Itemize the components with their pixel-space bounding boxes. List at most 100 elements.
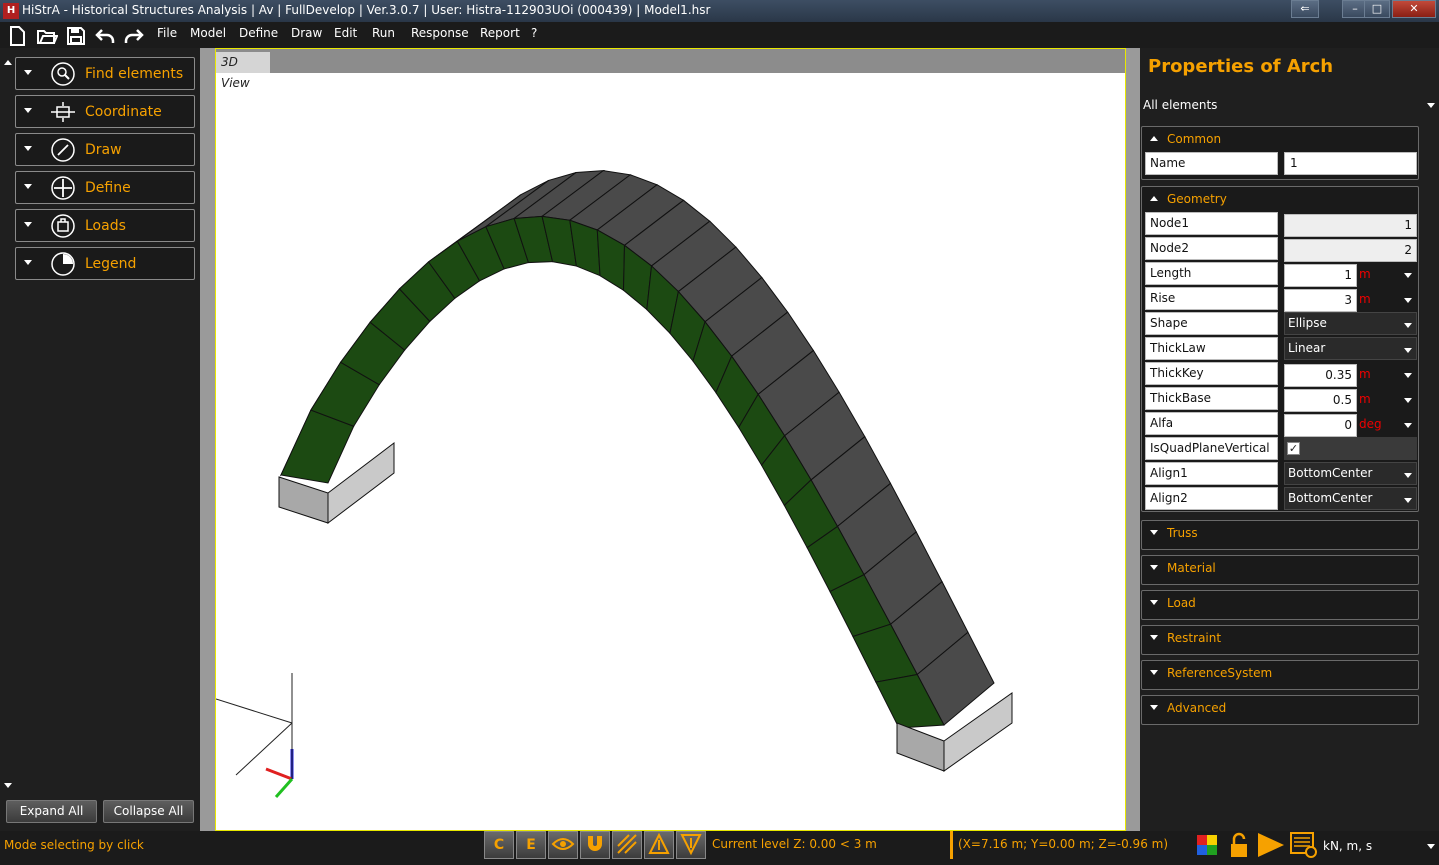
3d-view[interactable]: 3D View <box>215 48 1126 831</box>
prop-length-label: Length <box>1145 262 1278 285</box>
section-label: Load <box>1167 596 1196 610</box>
section-label: Advanced <box>1167 701 1227 715</box>
menu-edit[interactable]: Edit <box>334 26 357 40</box>
prop-alfa-label: Alfa <box>1145 412 1278 435</box>
magnet-snap-button[interactable] <box>580 831 610 859</box>
level-down-button[interactable] <box>676 831 706 859</box>
chevron-down-icon[interactable] <box>1404 423 1412 428</box>
section-label: ReferenceSystem <box>1167 666 1273 680</box>
menu-define[interactable]: Define <box>239 26 278 40</box>
chevron-down-icon[interactable] <box>1427 103 1435 108</box>
legend-icon <box>51 252 75 276</box>
section-label: Restraint <box>1167 631 1222 645</box>
report-view-icon[interactable] <box>1289 831 1319 859</box>
chevron-down-icon[interactable] <box>1404 348 1412 353</box>
menu-help[interactable]: ? <box>531 26 537 40</box>
section-header-geometry[interactable]: Geometry <box>1142 187 1418 211</box>
restore-button[interactable]: □ <box>1364 0 1390 18</box>
prop-rise-input[interactable]: 3 <box>1284 289 1357 312</box>
grid-snap-button[interactable] <box>612 831 642 859</box>
open-folder-icon[interactable] <box>36 25 58 47</box>
section-header-common[interactable]: Common <box>1142 127 1418 151</box>
close-button[interactable]: ✕ <box>1392 0 1436 18</box>
snap-center-button[interactable]: C <box>484 831 514 859</box>
axis-line <box>216 698 293 724</box>
prop-rise-label: Rise <box>1145 287 1278 310</box>
menu-run[interactable]: Run <box>372 26 395 40</box>
chevron-down-icon[interactable] <box>1404 373 1412 378</box>
lock-open-icon[interactable] <box>1228 832 1250 858</box>
grid-icon <box>617 834 637 854</box>
status-mode: Mode selecting by click <box>4 838 144 852</box>
prop-name-input[interactable]: 1 <box>1284 152 1417 175</box>
section-restraint[interactable]: Restraint <box>1141 625 1419 655</box>
prop-length-input[interactable]: 1 <box>1284 264 1357 287</box>
menu-response[interactable]: Response <box>411 26 469 40</box>
left-support-block[interactable] <box>278 476 329 524</box>
status-units[interactable]: kN, m, s <box>1323 839 1372 853</box>
section-truss[interactable]: Truss <box>1141 520 1419 550</box>
panel-item-label: Legend <box>85 256 137 272</box>
section-load[interactable]: Load <box>1141 590 1419 620</box>
visibility-button[interactable] <box>548 831 578 859</box>
scroll-down-icon[interactable] <box>4 783 12 788</box>
prop-thickkey-input[interactable]: 0.35 <box>1284 364 1357 387</box>
prop-align1-select[interactable]: BottomCenter <box>1284 462 1417 485</box>
menu-model[interactable]: Model <box>190 26 226 40</box>
prop-alfa-input[interactable]: 0 <box>1284 414 1357 437</box>
prop-align2-select[interactable]: BottomCenter <box>1284 487 1417 510</box>
window-title: HiStrA - Historical Structures Analysis … <box>22 3 711 17</box>
redo-icon[interactable] <box>123 25 145 47</box>
define-icon <box>51 176 75 200</box>
element-filter-select[interactable]: All elements <box>1143 98 1217 112</box>
right-support-block[interactable] <box>896 722 945 772</box>
chevron-down-icon[interactable] <box>1427 844 1435 849</box>
section-advanced[interactable]: Advanced <box>1141 695 1419 725</box>
prop-thickbase-label: ThickBase <box>1145 387 1278 410</box>
prop-shape-select[interactable]: Ellipse <box>1284 312 1417 335</box>
new-file-icon[interactable] <box>6 25 28 47</box>
chevron-down-icon[interactable] <box>1404 498 1412 503</box>
tab-3d-view[interactable]: 3D View <box>216 52 270 90</box>
undo-icon[interactable] <box>94 25 116 47</box>
draw-panel-button[interactable]: Draw <box>15 133 195 166</box>
section-common: Common Name 1 <box>1141 126 1419 180</box>
prop-thickbase-input[interactable]: 0.5 <box>1284 389 1357 412</box>
scroll-up-icon[interactable] <box>4 60 12 65</box>
back-button[interactable]: ⇐ <box>1291 0 1319 18</box>
section-material[interactable]: Material <box>1141 555 1419 585</box>
chevron-down-icon[interactable] <box>1404 298 1412 303</box>
chevron-down-icon[interactable] <box>1404 323 1412 328</box>
panel-item-label: Draw <box>85 142 122 158</box>
thickkey-unit: m <box>1359 367 1371 381</box>
prop-thicklaw-select[interactable]: Linear <box>1284 337 1417 360</box>
prop-shape-label: Shape <box>1145 312 1278 335</box>
coordinate-panel-button[interactable]: Coordinate <box>15 95 195 128</box>
thickbase-unit: m <box>1359 392 1371 406</box>
panel-item-label: Define <box>85 180 131 196</box>
section-label: Geometry <box>1167 192 1227 206</box>
chevron-down-icon[interactable] <box>1404 398 1412 403</box>
legend-panel-button[interactable]: Legend <box>15 247 195 280</box>
menu-file[interactable]: File <box>157 26 177 40</box>
prop-align2-label: Align2 <box>1145 487 1278 510</box>
prop-name-label: Name <box>1145 152 1278 175</box>
chevron-down-icon[interactable] <box>1404 473 1412 478</box>
color-palette-icon[interactable] <box>1196 834 1218 856</box>
run-analysis-icon[interactable] <box>1256 831 1286 859</box>
arch-3d-model[interactable] <box>216 73 1125 830</box>
find-elements-panel-button[interactable]: Find elements <box>15 57 195 90</box>
level-up-button[interactable] <box>644 831 674 859</box>
snap-end-button[interactable]: E <box>516 831 546 859</box>
chevron-down-icon[interactable] <box>1404 273 1412 278</box>
section-reference-system[interactable]: ReferenceSystem <box>1141 660 1419 690</box>
expand-all-button[interactable]: Expand All <box>6 800 97 823</box>
loads-icon <box>51 214 75 238</box>
save-icon[interactable] <box>65 25 87 47</box>
menu-report[interactable]: Report <box>480 26 520 40</box>
menu-draw[interactable]: Draw <box>291 26 322 40</box>
collapse-all-button[interactable]: Collapse All <box>103 800 194 823</box>
isquad-checkbox[interactable]: ✓ <box>1287 442 1300 455</box>
loads-panel-button[interactable]: Loads <box>15 209 195 242</box>
define-panel-button[interactable]: Define <box>15 171 195 204</box>
